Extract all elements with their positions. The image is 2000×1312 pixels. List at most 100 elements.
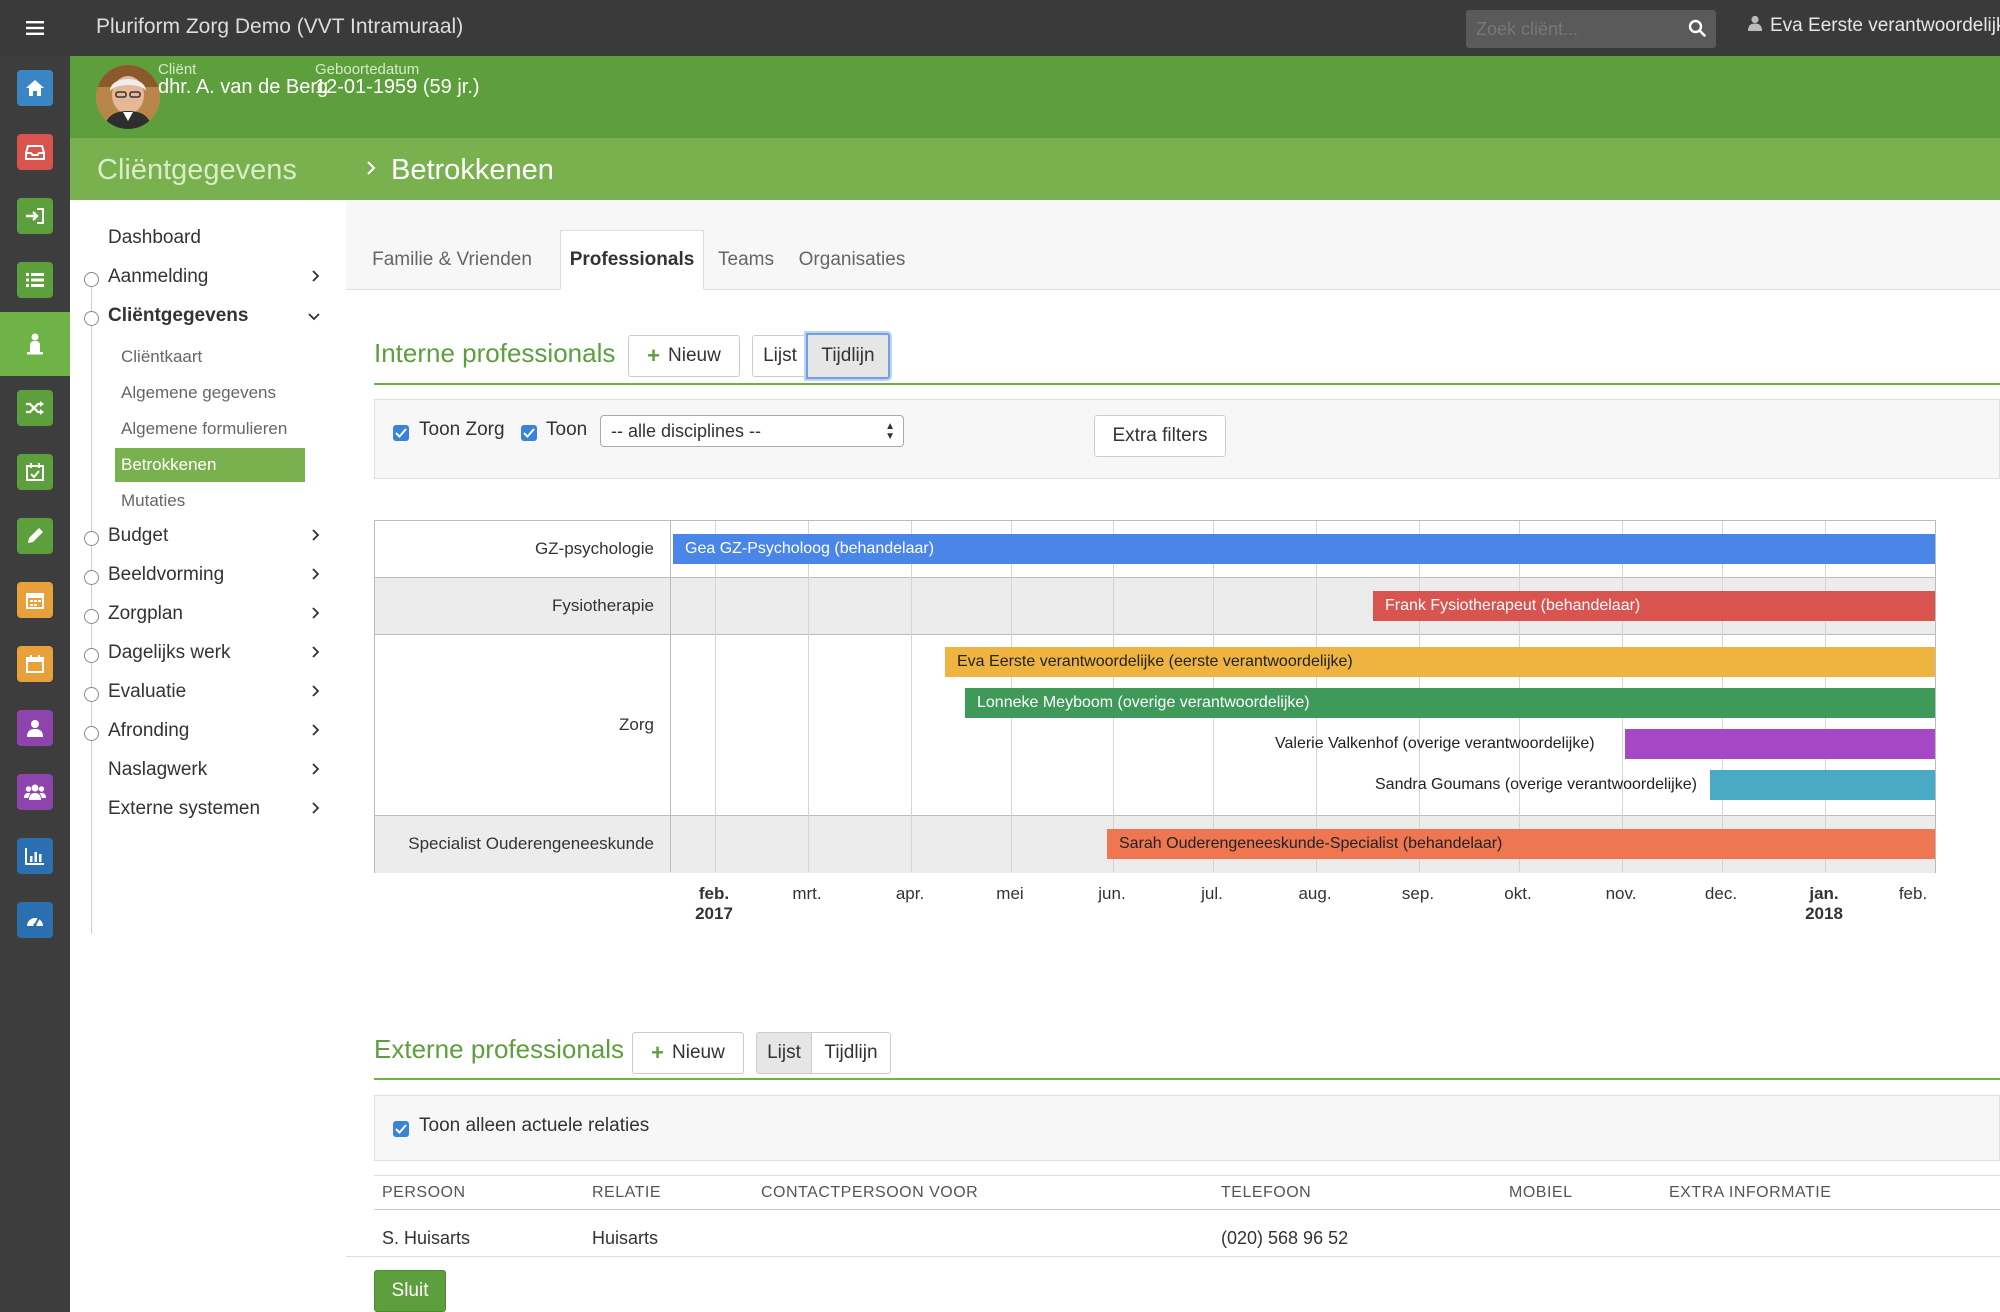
- breadcrumb: Cliëntgegevens Betrokkenen: [70, 138, 2000, 200]
- column-header-contactpersoon[interactable]: CONTACTPERSOON VOOR: [761, 1184, 978, 1202]
- axis-tick: jan. 2018: [1784, 884, 1864, 924]
- rail-dashboard[interactable]: [0, 888, 70, 952]
- inbox-icon: [17, 134, 53, 170]
- rail-teams[interactable]: [0, 760, 70, 824]
- rail-client[interactable]: [0, 312, 70, 376]
- sidebar-item-dashboard[interactable]: Dashboard: [108, 227, 338, 249]
- rail-shuffle[interactable]: [0, 376, 70, 440]
- menu-toggle-icon[interactable]: [0, 0, 70, 56]
- sidebar-sub-algemene-gegevens[interactable]: Algemene gegevens: [115, 376, 305, 410]
- section-divider: [374, 1078, 2000, 1080]
- sidebar-item-label: Cliëntgegevens: [108, 305, 249, 326]
- timeline-bar[interactable]: [1625, 729, 1935, 759]
- sidebar-sub-clientkaart[interactable]: Cliëntkaart: [115, 340, 305, 374]
- sidebar-item-label: Afronding: [108, 720, 190, 741]
- toon-zorg-checkbox[interactable]: [393, 425, 409, 441]
- sidebar-sub-mutaties[interactable]: Mutaties: [115, 484, 305, 518]
- column-header-extra-informatie[interactable]: EXTRA INFORMATIE: [1669, 1184, 1831, 1202]
- tab-teams[interactable]: Teams: [710, 230, 782, 290]
- actuele-relaties-checkbox[interactable]: [393, 1121, 409, 1137]
- sidebar-item-beeldvorming[interactable]: Beeldvorming: [108, 564, 338, 586]
- tick-month: sep.: [1401, 884, 1435, 903]
- tick-month: mei: [996, 884, 1024, 903]
- rail-reports[interactable]: [0, 824, 70, 888]
- timeline-bar[interactable]: Lonneke Meyboom (overige verantwoordelij…: [965, 688, 1935, 718]
- timeline-bar-label: Sandra Goumans (overige verantwoordelijk…: [1375, 776, 1697, 793]
- client-avatar[interactable]: [96, 65, 160, 129]
- sidebar-item-aanmelding[interactable]: Aanmelding: [108, 266, 338, 288]
- rail-employee[interactable]: [0, 696, 70, 760]
- search-icon[interactable]: [1688, 19, 1706, 42]
- sidebar-sub-betrokkenen[interactable]: Betrokkenen: [115, 448, 305, 482]
- interne-professionals-title: Interne professionals: [374, 338, 616, 368]
- axis-tick: okt.: [1478, 884, 1558, 904]
- timeline-bar[interactable]: Eva Eerste verantwoordelijke (eerste ver…: [945, 647, 1935, 677]
- timeline-label-column: [375, 521, 671, 872]
- timeline-bar[interactable]: Sarah Ouderengeneeskunde-Specialist (beh…: [1107, 829, 1935, 859]
- actuele-relaties-label: Toon alleen actuele relaties: [419, 1115, 650, 1136]
- tick-year: 2017: [695, 904, 733, 923]
- sidebar-item-label: Aanmelding: [108, 266, 209, 287]
- search-input[interactable]: [1466, 10, 1676, 48]
- interne-view-list-button[interactable]: Lijst: [752, 335, 808, 377]
- sidebar-sub-algemene-formulieren[interactable]: Algemene formulieren: [115, 412, 305, 446]
- rail-sign-in[interactable]: [0, 184, 70, 248]
- tab-bar: Familie & Vrienden Professionals Teams O…: [346, 230, 2000, 290]
- axis-tick: jun.: [1072, 884, 1152, 904]
- externe-view-list-button[interactable]: Lijst: [756, 1032, 812, 1074]
- chevron-right-icon: [312, 603, 320, 625]
- interne-new-button[interactable]: + Nieuw: [628, 335, 740, 377]
- step-circle-icon: [84, 687, 99, 702]
- rail-home[interactable]: [0, 56, 70, 120]
- table-header-border: [374, 1209, 2000, 1210]
- sidebar-item-zorgplan[interactable]: Zorgplan: [108, 603, 338, 625]
- pencil-icon: [17, 518, 53, 554]
- timeline-bar[interactable]: Frank Fysiotherapeut (behandelaar): [1373, 591, 1935, 621]
- chevron-right-icon: [312, 266, 320, 288]
- rail-calendar[interactable]: [0, 568, 70, 632]
- sidebar-item-afronding[interactable]: Afronding: [108, 720, 338, 742]
- calendar-blank-icon: [17, 646, 53, 682]
- tab-organisaties[interactable]: Organisaties: [792, 230, 912, 290]
- timeline-bar[interactable]: Gea GZ-Psycholoog (behandelaar): [673, 534, 1935, 564]
- user-menu[interactable]: Eva Eerste verantwoordelijke: [1748, 15, 2000, 37]
- tab-familie-vrienden[interactable]: Familie & Vrienden: [364, 230, 540, 290]
- close-button[interactable]: Sluit: [374, 1270, 446, 1312]
- externe-new-button[interactable]: + Nieuw: [632, 1032, 744, 1074]
- user-name: Eva Eerste verantwoordelijke: [1770, 15, 2000, 36]
- rail-agenda[interactable]: [0, 632, 70, 696]
- list-icon: [17, 262, 53, 298]
- tab-professionals[interactable]: Professionals: [560, 230, 704, 290]
- sign-in-icon: [17, 198, 53, 234]
- tick-month: jul.: [1201, 884, 1223, 903]
- sidebar-item-evaluatie[interactable]: Evaluatie: [108, 681, 338, 703]
- sidebar-sub-label: Algemene gegevens: [121, 383, 277, 402]
- column-header-mobiel[interactable]: MOBIEL: [1509, 1184, 1572, 1202]
- externe-view-timeline-button[interactable]: Tijdlijn: [811, 1032, 891, 1074]
- sidebar-item-clientgegevens[interactable]: Cliëntgegevens: [108, 305, 338, 327]
- rail-edit[interactable]: [0, 504, 70, 568]
- toon-checkbox[interactable]: [521, 425, 537, 441]
- discipline-select[interactable]: -- alle disciplines -- ▲ ▼: [600, 415, 904, 447]
- timeline-bar[interactable]: [1710, 770, 1935, 800]
- column-header-persoon[interactable]: PERSOON: [382, 1184, 466, 1202]
- tick-year: 2018: [1805, 904, 1843, 923]
- select-arrows-icon: ▲ ▼: [885, 421, 895, 442]
- sidebar-item-naslagwerk[interactable]: Naslagwerk: [108, 759, 338, 781]
- gridline: [911, 521, 912, 872]
- column-header-relatie[interactable]: RELATIE: [592, 1184, 661, 1202]
- rail-inbox[interactable]: [0, 120, 70, 184]
- breadcrumb-parent[interactable]: Cliëntgegevens: [97, 154, 297, 187]
- column-header-telefoon[interactable]: TELEFOON: [1221, 1184, 1311, 1202]
- interne-view-timeline-button[interactable]: Tijdlijn: [806, 333, 890, 379]
- birthdate-value: 12-01-1959 (59 jr.): [315, 76, 480, 98]
- extra-filters-button[interactable]: Extra filters: [1094, 415, 1226, 457]
- rail-list[interactable]: [0, 248, 70, 312]
- user-icon: [17, 710, 53, 746]
- sidebar-item-budget[interactable]: Budget: [108, 525, 338, 547]
- sidebar-item-externe-systemen[interactable]: Externe systemen: [108, 798, 338, 820]
- sidebar-item-dagelijks-werk[interactable]: Dagelijks werk: [108, 642, 338, 664]
- axis-tick: mrt.: [767, 884, 847, 904]
- calendar-icon: [17, 582, 53, 618]
- rail-planning[interactable]: [0, 440, 70, 504]
